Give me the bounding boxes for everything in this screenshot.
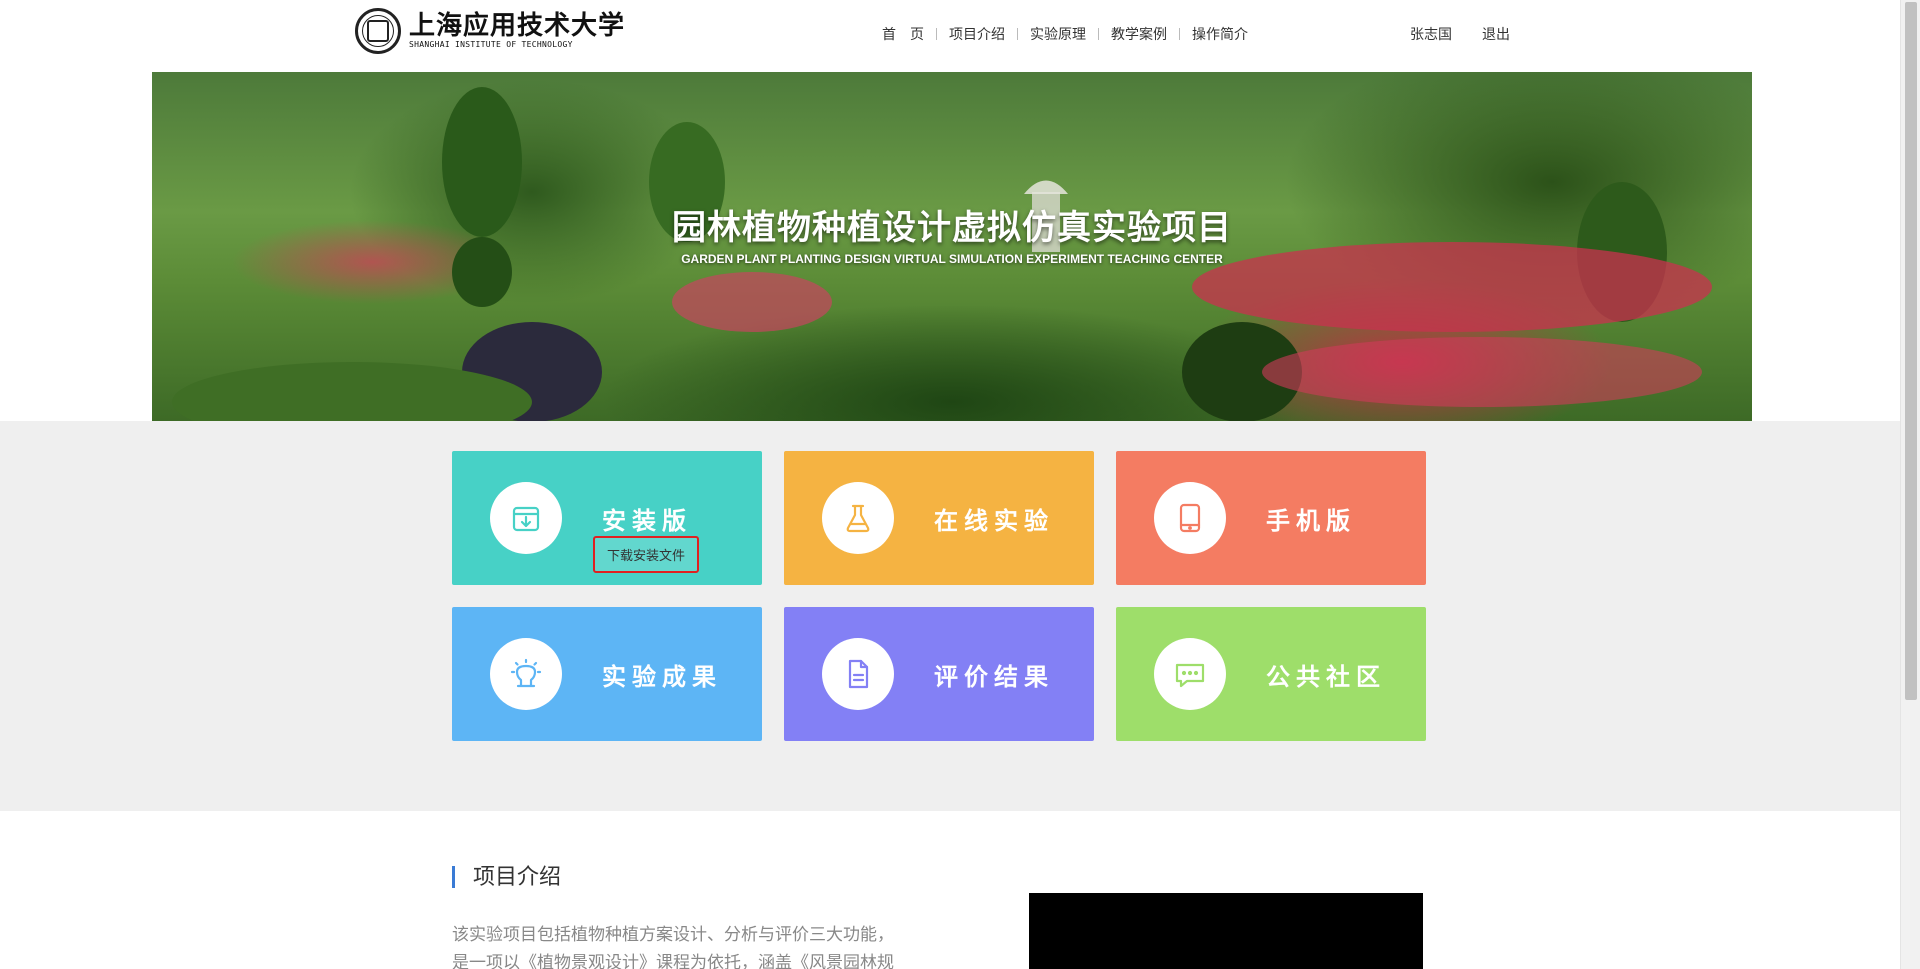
university-seal-icon — [355, 8, 401, 54]
nav-item-home[interactable]: 首 页 — [870, 24, 936, 44]
logo-english-name: SHANGHAI INSTITUTE OF TECHNOLOGY — [409, 40, 573, 49]
intro-video-player[interactable] — [1029, 893, 1423, 969]
intro-title: 项目介绍 — [452, 866, 561, 888]
logout-link[interactable]: 退出 — [1482, 24, 1510, 44]
chat-icon — [1154, 638, 1226, 710]
nav-item-operation-guide[interactable]: 操作简介 — [1180, 24, 1260, 44]
main-nav: 首 页 项目介绍 实验原理 教学案例 操作简介 — [870, 24, 1260, 44]
intro-body: 该实验项目包括植物种植方案设计、分析与评价三大功能， 是一项以《植物景观设计》课… — [452, 921, 942, 969]
tile-online-experiment[interactable]: 在线实验 — [784, 451, 1094, 585]
download-install-file-tooltip[interactable]: 下载安装文件 — [593, 536, 699, 573]
university-logo[interactable]: 上海应用技术大学 SHANGHAI INSTITUTE OF TECHNOLOG… — [355, 8, 625, 54]
tile-label: 公共社区 — [1266, 664, 1386, 691]
tile-label: 安装版 — [602, 508, 692, 535]
intro-text-line: 该实验项目包括植物种植方案设计、分析与评价三大功能， — [452, 925, 894, 944]
tile-mobile-version[interactable]: 手机版 — [1116, 451, 1426, 585]
logo-chinese-name: 上海应用技术大学 — [409, 11, 626, 41]
scrollbar-thumb[interactable] — [1905, 2, 1917, 700]
project-intro-section: 项目介绍 该实验项目包括植物种植方案设计、分析与评价三大功能， 是一项以《植物景… — [0, 811, 1900, 969]
page-scrollbar[interactable] — [1900, 0, 1920, 969]
top-header: 上海应用技术大学 SHANGHAI INSTITUTE OF TECHNOLOG… — [0, 0, 1900, 72]
tile-label: 在线实验 — [934, 508, 1054, 535]
feature-tiles-section: 安装版 下载安装文件 在线实验 手机版 实验成果 评价结果 公共社区 — [0, 421, 1900, 811]
tile-label: 评价结果 — [934, 664, 1054, 691]
banner-subtitle: GARDEN PLANT PLANTING DESIGN VIRTUAL SIM… — [681, 252, 1223, 266]
flask-icon — [822, 482, 894, 554]
intro-text-line: 是一项以《植物景观设计》课程为依托，涵盖《风景园林规 — [452, 953, 894, 969]
tile-label: 手机版 — [1266, 508, 1356, 535]
banner-title: 园林植物种植设计虚拟仿真实验项目 — [672, 209, 1232, 247]
download-box-icon — [490, 482, 562, 554]
tile-install-version[interactable]: 安装版 下载安装文件 — [452, 451, 762, 585]
tile-label: 实验成果 — [602, 664, 722, 691]
tile-experiment-results[interactable]: 实验成果 — [452, 607, 762, 741]
user-area: 张志国 退出 — [1410, 24, 1540, 44]
logo-text: 上海应用技术大学 SHANGHAI INSTITUTE OF TECHNOLOG… — [409, 12, 625, 50]
nav-item-project-intro[interactable]: 项目介绍 — [937, 24, 1017, 44]
hero-banner: 园林植物种植设计虚拟仿真实验项目 GARDEN PLANT PLANTING D… — [152, 72, 1752, 421]
nav-item-teaching-cases[interactable]: 教学案例 — [1099, 24, 1179, 44]
nav-item-principle[interactable]: 实验原理 — [1018, 24, 1098, 44]
document-icon — [822, 638, 894, 710]
user-name-link[interactable]: 张志国 — [1410, 24, 1452, 44]
tablet-icon — [1154, 482, 1226, 554]
tile-evaluation-results[interactable]: 评价结果 — [784, 607, 1094, 741]
tile-public-community[interactable]: 公共社区 — [1116, 607, 1426, 741]
lightbulb-icon — [490, 638, 562, 710]
